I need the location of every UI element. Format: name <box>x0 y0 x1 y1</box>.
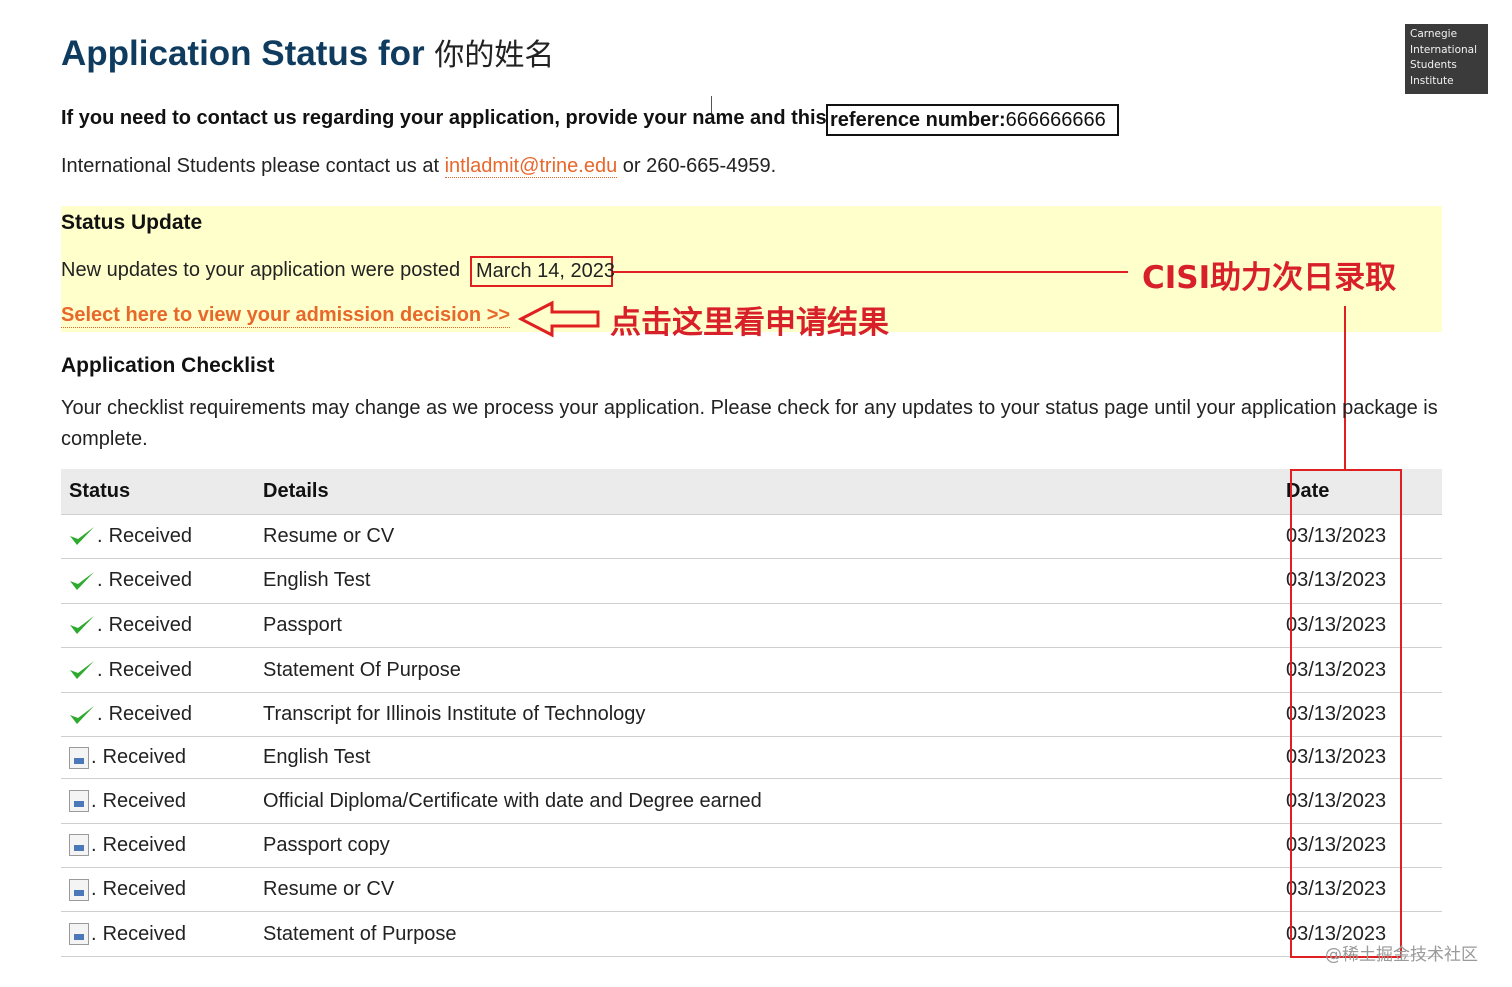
updates-posted-text: New updates to your application were pos… <box>61 259 461 281</box>
status-text: Received <box>102 922 186 945</box>
green-check-icon <box>70 616 94 635</box>
table-row: . Received Official Diploma/Certificate w… <box>61 778 1442 824</box>
status-text: Received <box>108 703 192 726</box>
details-text: Passport copy <box>255 823 1282 869</box>
annotation-connector-horizontal <box>613 271 1128 273</box>
status-text: Received <box>108 524 192 547</box>
status-separator: . <box>97 703 103 726</box>
annotation-date-column-highlight <box>1290 469 1402 958</box>
international-suffix: or 260-665-4959. <box>622 155 777 177</box>
table-row: . Received Passport copy 03/13/2023 <box>61 823 1442 869</box>
international-contact: International Students please contact us… <box>61 155 776 178</box>
details-text: Transcript for Illinois Institute of Tec… <box>255 692 1282 738</box>
logo-line: Students <box>1410 59 1457 71</box>
logo-line: Carnegie <box>1410 28 1458 40</box>
applicant-name: 你的姓名 <box>434 38 555 73</box>
page-title-text: Application Status for <box>61 34 425 73</box>
reference-number-box: reference number:666666666 <box>826 104 1119 136</box>
admission-decision-link[interactable]: Select here to view your admission decis… <box>61 304 511 328</box>
table-row: . Received Passport 03/13/2023 <box>61 603 1442 649</box>
table-row: . Received Statement Of Purpose 03/13/202… <box>61 647 1442 693</box>
contact-instructions: If you need to contact us regarding your… <box>61 107 827 129</box>
green-check-icon <box>70 661 94 680</box>
annotation-cisi-admission: CISI助力次日录取 <box>1142 260 1397 296</box>
status-text: Received <box>102 746 186 769</box>
status-separator: . <box>97 613 103 636</box>
status-separator: . <box>91 833 97 856</box>
document-icon <box>69 923 89 945</box>
international-prefix: International Students please contact us… <box>61 155 440 177</box>
posted-date-highlight: March 14, 2023 <box>470 256 615 287</box>
status-separator: . <box>91 922 97 945</box>
status-text: Received <box>108 658 192 681</box>
left-arrow-icon <box>518 300 600 338</box>
status-separator: . <box>91 789 97 812</box>
reference-number: 666666666 <box>1005 109 1106 131</box>
details-text: Statement of Purpose <box>255 911 1282 957</box>
table-header-row: Status Details Date <box>61 469 1442 515</box>
details-text: English Test <box>255 558 1282 604</box>
status-separator: . <box>97 658 103 681</box>
status-separator: . <box>91 878 97 901</box>
document-icon <box>69 834 89 857</box>
contact-email-link[interactable]: intladmit@trine.edu <box>444 155 618 178</box>
status-separator: . <box>91 746 97 769</box>
checklist-heading: Application Checklist <box>61 354 275 377</box>
details-text: Official Diploma/Certificate with date a… <box>255 778 1282 824</box>
details-text: Resume or CV <box>255 867 1282 913</box>
green-check-icon <box>70 705 94 724</box>
table-row: . Received Transcript for Illinois Instit… <box>61 692 1442 738</box>
column-header-status: Status <box>61 469 255 515</box>
status-text: Received <box>102 789 186 812</box>
logo-line: International <box>1410 43 1478 56</box>
table-row: . Received Statement of Purpose 03/13/202… <box>61 911 1442 957</box>
table-row: . Received Resume or CV 03/13/2023 <box>61 514 1442 560</box>
posted-date: March 14, 2023 <box>476 260 615 282</box>
status-text: Received <box>102 833 186 856</box>
details-text: Resume or CV <box>255 514 1282 560</box>
column-header-details: Details <box>255 469 1282 515</box>
status-text: Received <box>102 878 186 901</box>
details-text: Statement Of Purpose <box>255 647 1282 693</box>
green-check-icon <box>70 571 94 590</box>
table-row: . Received Resume or CV 03/13/2023 <box>61 867 1442 913</box>
document-icon <box>69 878 89 901</box>
document-icon <box>69 746 89 769</box>
status-update-heading: Status Update <box>61 211 203 234</box>
details-text: Passport <box>255 603 1282 649</box>
green-check-icon <box>70 527 94 546</box>
watermark: @稀土掘金技术社区 <box>1325 945 1478 965</box>
checklist-note: Your checklist requirements may change a… <box>61 397 1438 450</box>
status-separator: . <box>97 569 103 592</box>
page-title: Application Status for 你的姓名 <box>61 30 554 74</box>
logo-line: Institute <box>1410 74 1454 87</box>
table-row: . Received English Test 03/13/2023 <box>61 558 1442 604</box>
institute-logo: Carnegie International Students Institut… <box>1405 24 1488 94</box>
status-separator: . <box>97 524 103 547</box>
status-text: Received <box>108 569 192 592</box>
checklist-table: Status Details Date . Received Resume or … <box>61 469 1442 957</box>
reference-label: reference number: <box>830 109 1006 131</box>
status-text: Received <box>108 613 192 636</box>
annotation-click-here: 点击这里看申请结果 <box>610 305 889 341</box>
details-text: English Test <box>255 736 1282 780</box>
document-icon <box>69 790 89 813</box>
table-row: . Received English Test 03/13/2023 <box>61 736 1442 780</box>
